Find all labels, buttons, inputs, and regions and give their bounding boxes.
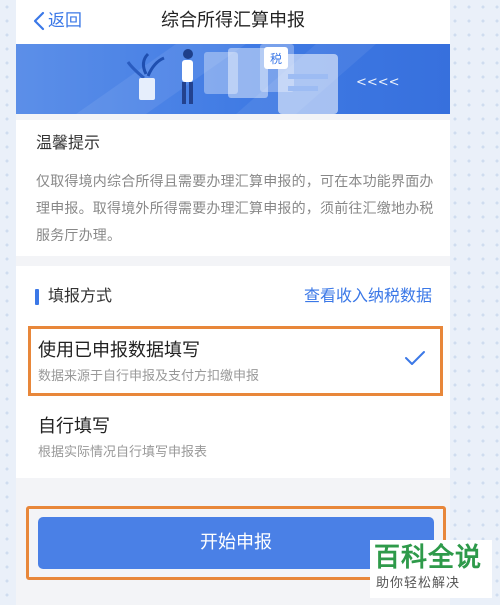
option-use-declared-data[interactable]: 使用已申报数据填写 数据来源于自行申报及支付方扣缴申报: [28, 326, 443, 396]
arrows-decoration: <<<<: [356, 75, 400, 90]
section-accent-bar: [35, 289, 39, 305]
option-title: 自行填写: [38, 416, 110, 437]
option-subtitle: 数据来源于自行申报及支付方扣缴申报: [38, 369, 260, 384]
option-subtitle: 根据实际情况自行填写申报表: [38, 445, 208, 460]
notice-card: 温馨提示 仅取得境内综合所得且需要办理汇算申报的，可在本功能界面办理申报。取得境…: [16, 120, 450, 256]
section-title: 填报方式: [48, 286, 113, 305]
option-self-fill[interactable]: 自行填写 根据实际情况自行填写申报表: [28, 406, 443, 470]
notice-body: 仅取得境内综合所得且需要办理汇算申报的，可在本功能界面办理申报。取得境外所得需要…: [36, 174, 434, 244]
view-tax-data-link[interactable]: 查看收入纳税数据: [304, 284, 432, 308]
banner-illustration: 税 <<<<: [16, 44, 450, 114]
page-title: 综合所得汇算申报: [161, 10, 305, 31]
checkmark-icon: [404, 350, 426, 370]
watermark-title: 百科全说: [374, 543, 483, 573]
option-title: 使用已申报数据填写: [38, 340, 200, 361]
notice-title: 温馨提示: [36, 133, 101, 152]
banner-art: 税 <<<<: [76, 44, 400, 114]
filing-method-card: 填报方式 查看收入纳税数据 使用已申报数据填写 数据来源于自行申报及支付方扣缴申…: [16, 266, 450, 478]
app-screen: 返回 综合所得汇算申报 税 <<<< 温馨提示 仅取得境内综合所得且需要办理汇算…: [16, 0, 450, 605]
tax-badge-icon: 税: [264, 47, 288, 69]
watermark-subtitle: 助你轻松解决: [376, 576, 461, 591]
nav-header: 返回 综合所得汇算申报: [16, 0, 450, 44]
page-background: 返回 综合所得汇算申报 税 <<<< 温馨提示 仅取得境内综合所得且需要办理汇算…: [0, 0, 500, 605]
watermark-logo: 百科全说 助你轻松解决: [370, 540, 492, 598]
svg-text:税: 税: [270, 52, 282, 66]
